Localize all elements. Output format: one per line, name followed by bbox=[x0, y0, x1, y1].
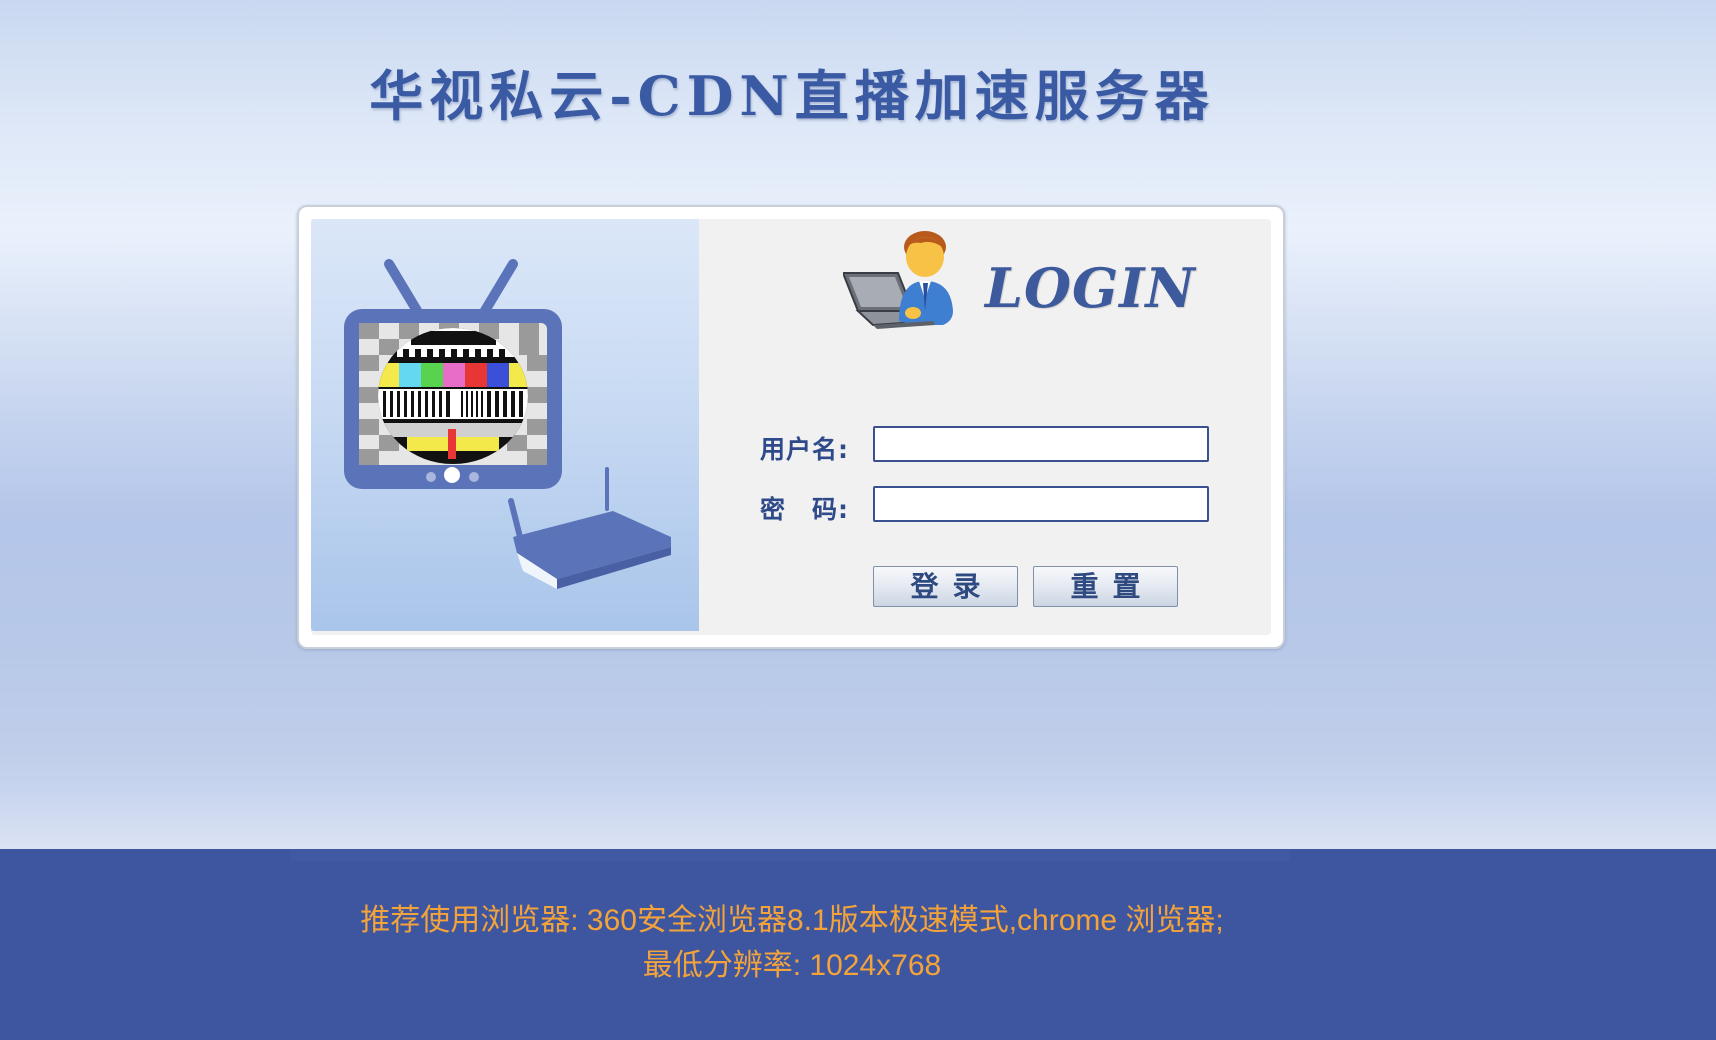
footer-top-band bbox=[290, 849, 1290, 861]
password-label: 密 码: bbox=[760, 495, 849, 524]
password-input[interactable] bbox=[873, 486, 1209, 522]
browser-recommendation: 推荐使用浏览器: 360安全浏览器8.1版本极速模式,chrome 浏览器; bbox=[360, 904, 1224, 937]
resolution-note: 最低分辨率: 1024x768 bbox=[642, 949, 942, 982]
reset-button[interactable]: 重置 bbox=[1033, 566, 1178, 607]
tv-router-illustration bbox=[344, 259, 671, 589]
login-logo-text: LOGIN bbox=[985, 256, 1196, 320]
username-input[interactable] bbox=[873, 426, 1209, 462]
page-title: 华视私云-CDN直播加速服务器 bbox=[369, 64, 1215, 128]
tv-icon bbox=[344, 259, 562, 489]
user-laptop-icon bbox=[841, 231, 953, 329]
username-label: 用户名: bbox=[760, 435, 849, 464]
login-button[interactable]: 登录 bbox=[873, 566, 1018, 607]
illustration-panel bbox=[311, 219, 699, 631]
